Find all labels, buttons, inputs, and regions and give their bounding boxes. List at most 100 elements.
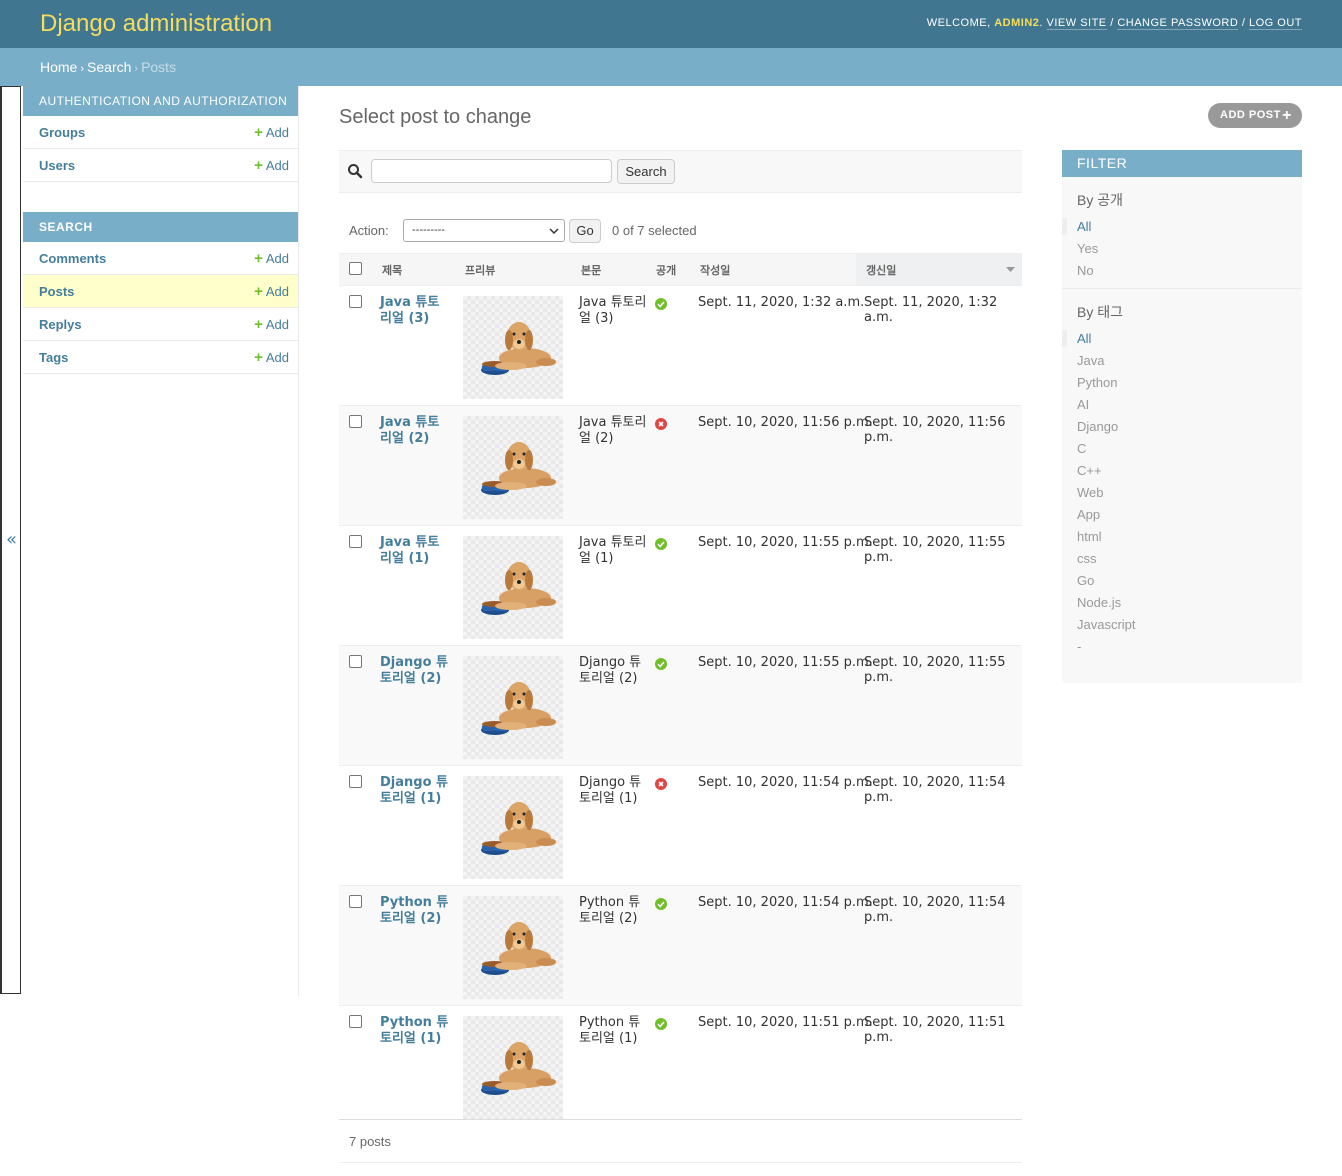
select-all-checkbox[interactable]: [349, 262, 362, 275]
add-comments-link[interactable]: + Add: [254, 250, 289, 267]
module-caption-auth[interactable]: Authentication and Authorization: [23, 86, 298, 116]
column-header-title[interactable]: 제목: [382, 262, 402, 278]
filter-heading: By 태그: [1077, 304, 1123, 320]
sidebar-item-label[interactable]: Posts: [39, 284, 74, 299]
plus-icon: +: [1282, 107, 1292, 124]
created-date: Sept. 10, 2020, 11:51 p.m.: [698, 1015, 873, 1030]
updated-date: Sept. 11, 2020, 1:32 a.m.: [864, 295, 998, 325]
filter-option[interactable]: Java: [1077, 353, 1104, 368]
sidebar-item-posts[interactable]: Posts + Add: [23, 275, 298, 308]
sort-descending-icon[interactable]: [1006, 267, 1015, 273]
updated-date: Sept. 10, 2020, 11:51 p.m.: [864, 1015, 1006, 1045]
column-header-public[interactable]: 공개: [656, 262, 676, 278]
sidebar-item-users[interactable]: Users + Add: [23, 149, 298, 182]
search-input[interactable]: [371, 159, 612, 183]
updated-date: Sept. 10, 2020, 11:55 p.m.: [864, 535, 1006, 565]
dog-thumbnail-image: [481, 322, 556, 375]
change-password-link[interactable]: Change password: [1117, 17, 1239, 30]
filter-option[interactable]: Yes: [1077, 241, 1098, 256]
filter-option[interactable]: C++: [1077, 463, 1102, 478]
post-title-link[interactable]: Django 튜토리얼 (2): [380, 655, 450, 687]
sidebar-item-label[interactable]: Users: [39, 158, 75, 173]
filter-option[interactable]: No: [1077, 263, 1094, 278]
add-users-link[interactable]: + Add: [254, 157, 289, 174]
x-circle-icon: [655, 778, 667, 790]
table-body: Java 튜토리얼 (3) Java 튜토리얼 (3) Sept. 11, 20…: [339, 286, 1022, 1126]
page-title: Select post to change: [339, 106, 532, 128]
add-posts-link[interactable]: + Add: [254, 283, 289, 300]
check-circle-icon: [655, 898, 667, 910]
filter-option[interactable]: All: [1077, 331, 1091, 346]
filter-option[interactable]: Python: [1077, 375, 1117, 390]
filter-panel: FILTER By 공개 All Yes No By 태그 All Java Python AI…: [1062, 150, 1302, 683]
row-checkbox[interactable]: [349, 655, 362, 668]
go-button[interactable]: Go: [569, 219, 601, 243]
column-header-updated[interactable]: 갱신일: [866, 262, 896, 278]
search-button[interactable]: Search: [617, 159, 675, 184]
row-checkbox[interactable]: [349, 895, 362, 908]
sidebar-item-label[interactable]: Tags: [39, 350, 68, 365]
sidebar-item-tags[interactable]: Tags + Add: [23, 341, 298, 374]
breadcrumb-home[interactable]: Home: [40, 59, 77, 75]
created-date: Sept. 10, 2020, 11:54 p.m.: [698, 895, 873, 910]
dog-thumbnail-image: [481, 1042, 556, 1095]
plus-icon: +: [254, 250, 263, 267]
post-title-link[interactable]: Django 튜토리얼 (1): [380, 775, 450, 807]
filter-option[interactable]: Go: [1077, 573, 1094, 588]
dog-thumbnail-image: [481, 802, 556, 855]
filter-option[interactable]: css: [1077, 551, 1097, 566]
log-out-link[interactable]: Log out: [1248, 17, 1302, 30]
filter-option[interactable]: C: [1077, 441, 1086, 456]
post-title-link[interactable]: Java 튜토리얼 (2): [380, 415, 450, 447]
filter-option[interactable]: App: [1077, 507, 1100, 522]
collapse-sidebar-icon: «: [6, 529, 18, 550]
add-replys-link[interactable]: + Add: [254, 316, 289, 333]
column-header-created[interactable]: 작성일: [700, 262, 730, 278]
row-checkbox[interactable]: [349, 415, 362, 428]
action-label: Action:: [349, 223, 389, 238]
plus-icon: +: [254, 316, 263, 333]
action-select[interactable]: ---------: [403, 219, 565, 242]
filter-option[interactable]: Web: [1077, 485, 1104, 500]
post-title-link[interactable]: Python 튜토리얼 (1): [380, 1015, 450, 1047]
post-title-link[interactable]: Python 튜토리얼 (2): [380, 895, 450, 927]
toggle-sidebar-button[interactable]: «: [0, 86, 21, 994]
filter-option[interactable]: Django: [1077, 419, 1118, 434]
row-checkbox[interactable]: [349, 535, 362, 548]
plus-icon: +: [254, 283, 263, 300]
sidebar-item-groups[interactable]: Groups + Add: [23, 116, 298, 149]
sidebar-item-label[interactable]: Comments: [39, 251, 106, 266]
column-header-body[interactable]: 본문: [581, 262, 601, 278]
plus-icon: +: [254, 157, 263, 174]
row-checkbox[interactable]: [349, 775, 362, 788]
breadcrumb-app[interactable]: Search: [87, 59, 131, 75]
sidebar-item-label[interactable]: Replys: [39, 317, 82, 332]
add-tags-link[interactable]: + Add: [254, 349, 289, 366]
filter-option[interactable]: Node.js: [1077, 595, 1121, 610]
created-date: Sept. 10, 2020, 11:54 p.m.: [698, 775, 873, 790]
sidebar-item-label[interactable]: Groups: [39, 125, 85, 140]
module-caption-search[interactable]: Search: [23, 212, 298, 242]
filter-option[interactable]: -: [1077, 639, 1081, 654]
check-circle-icon: [655, 1018, 667, 1030]
sidebar-item-replys[interactable]: Replys + Add: [23, 308, 298, 341]
add-post-button[interactable]: ADD POST +: [1208, 103, 1302, 128]
post-body: Java 튜토리얼 (2): [579, 415, 647, 446]
view-site-link[interactable]: View site: [1046, 17, 1107, 30]
filter-option[interactable]: AI: [1077, 397, 1089, 412]
row-checkbox[interactable]: [349, 1015, 362, 1028]
filter-option[interactable]: All: [1077, 219, 1091, 234]
post-title-link[interactable]: Java 튜토리얼 (3): [380, 295, 450, 327]
post-preview: [463, 896, 563, 999]
filter-option[interactable]: Javascript: [1077, 617, 1136, 632]
add-groups-link[interactable]: + Add: [254, 124, 289, 141]
sorted-column[interactable]: 갱신일: [856, 254, 1022, 285]
filter-option[interactable]: html: [1077, 529, 1102, 544]
post-preview: [463, 416, 563, 519]
plus-icon: +: [254, 349, 263, 366]
row-checkbox[interactable]: [349, 295, 362, 308]
sidebar-item-comments[interactable]: Comments + Add: [23, 242, 298, 275]
post-title-link[interactable]: Java 튜토리얼 (1): [380, 535, 450, 567]
check-circle-icon: [655, 298, 667, 310]
site-branding[interactable]: Django administration: [40, 10, 272, 38]
